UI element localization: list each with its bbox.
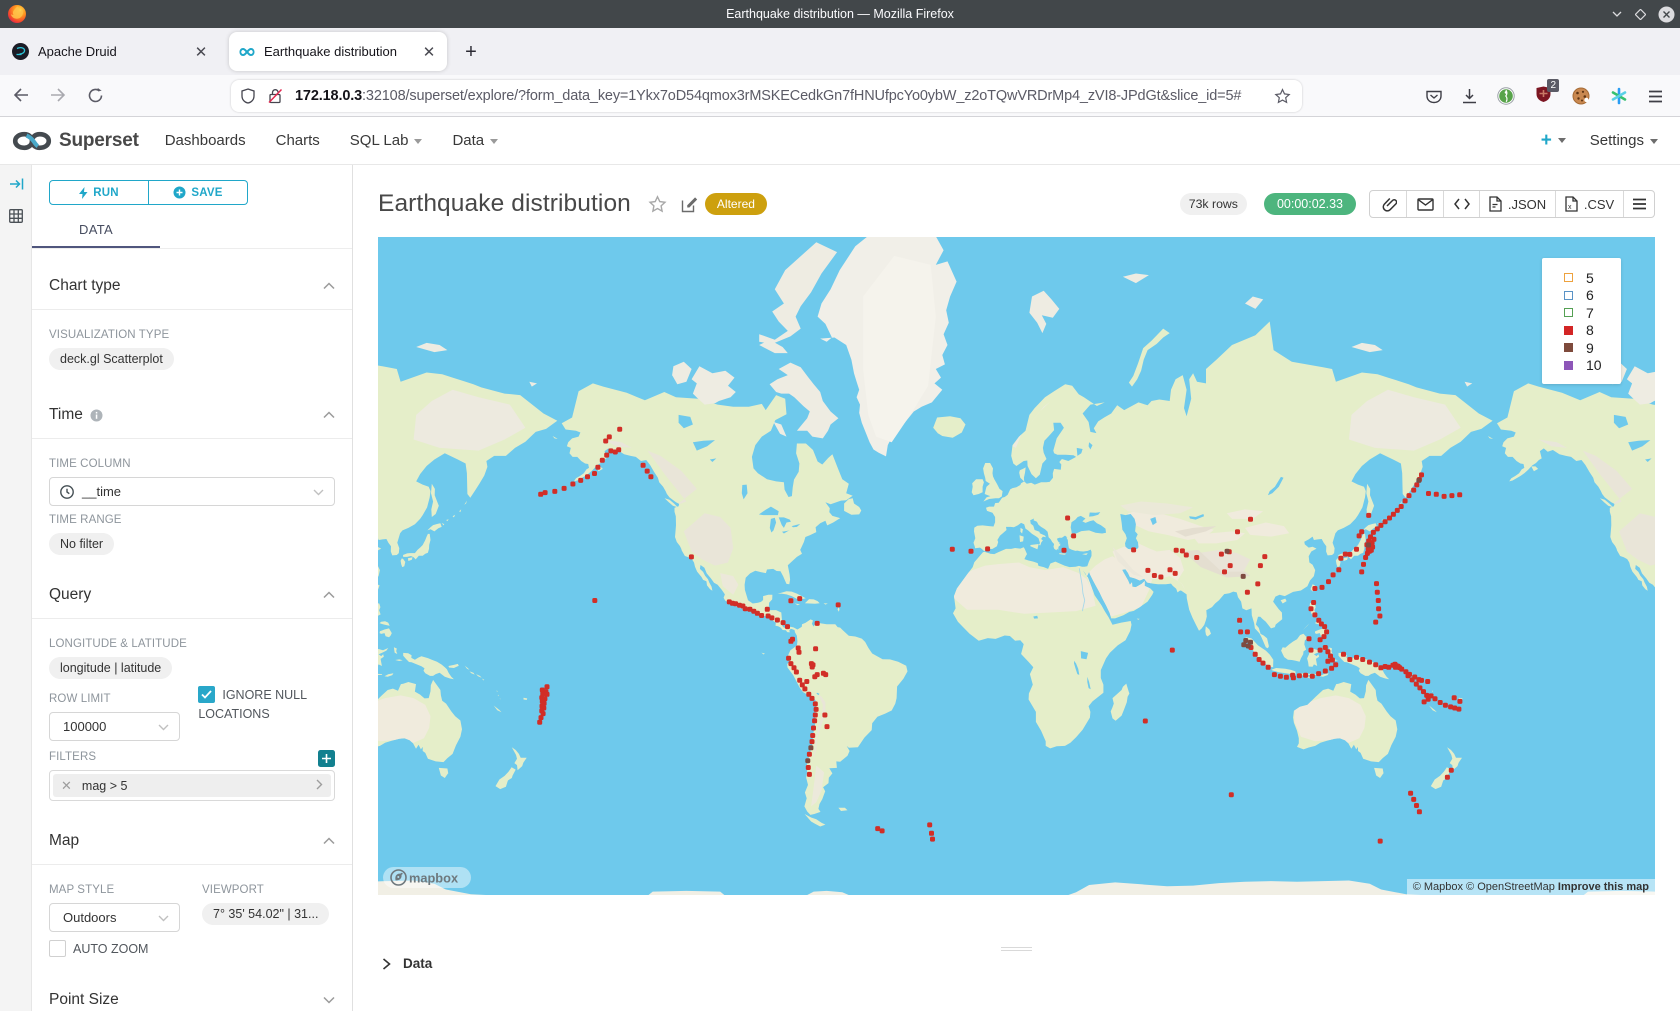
svg-text:mapbox: mapbox: [409, 871, 459, 886]
svg-text:x: x: [1568, 204, 1572, 211]
